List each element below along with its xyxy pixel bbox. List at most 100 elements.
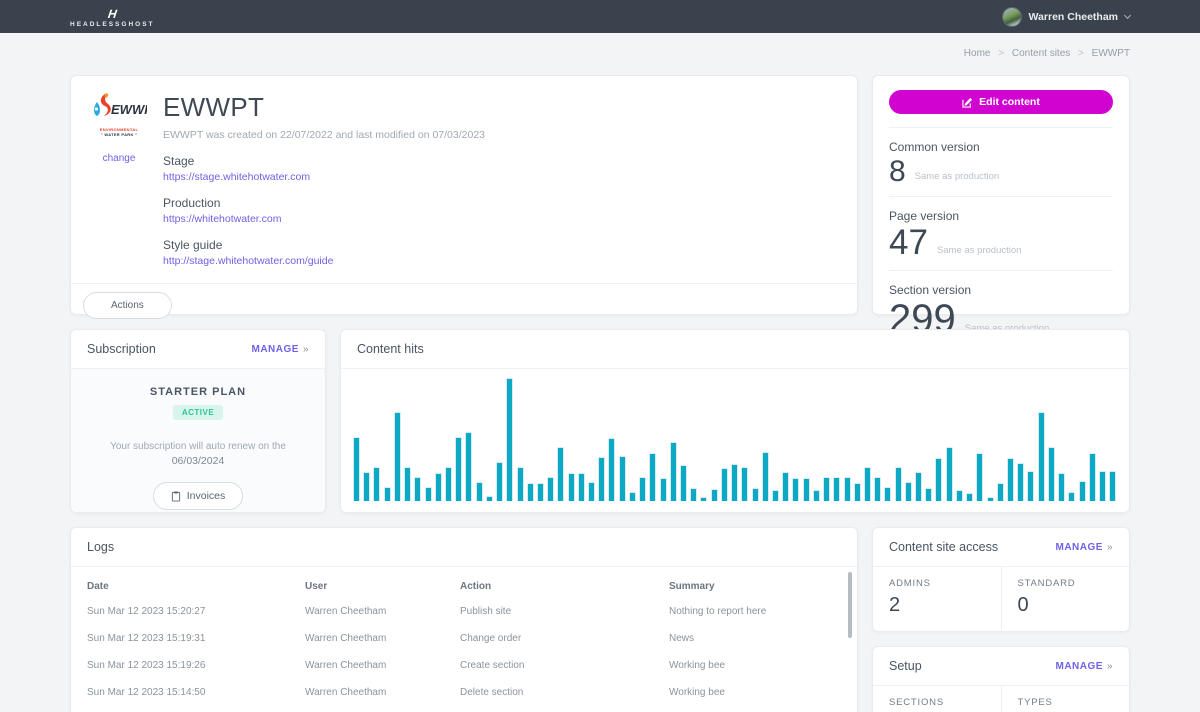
page-version-label: Page version [889, 209, 1113, 223]
actions-button[interactable]: Actions [83, 292, 172, 319]
table-cell: Delete section [460, 679, 669, 706]
table-cell: Change order [460, 625, 669, 652]
subscription-manage-link[interactable]: MANAGE» [251, 344, 309, 355]
chart-bar [772, 490, 779, 501]
chart-bar [517, 467, 524, 501]
table-cell: Create section [460, 652, 669, 679]
chart-bar [649, 453, 656, 501]
brand-logo[interactable]: H HEADLESSGHOST [70, 6, 155, 28]
chart-bar [823, 477, 830, 501]
table-cell: News [669, 625, 841, 652]
chart-bar [700, 497, 707, 501]
change-logo-link[interactable]: change [103, 153, 136, 164]
admins-label: ADMINS [889, 578, 985, 589]
access-manage-link[interactable]: MANAGE» [1055, 542, 1113, 553]
plan-name: STARTER PLAN [71, 386, 325, 398]
edit-icon [962, 97, 973, 108]
chart-bar [670, 442, 677, 501]
chart-bar [1079, 481, 1086, 501]
chart-bar [813, 490, 820, 501]
chart-bar [803, 478, 810, 501]
table-cell: Blog Post [669, 706, 841, 712]
table-cell: Sun Mar 12 2023 15:20:27 [87, 598, 305, 625]
stage-url-link[interactable]: https://stage.whitehotwater.com [163, 171, 485, 183]
table-row: Sun Mar 12 2023 15:20:27Warren CheethamP… [87, 598, 841, 625]
chart-bar [997, 483, 1004, 501]
chart-bar [384, 487, 391, 501]
edit-content-label: Edit content [979, 96, 1040, 108]
chart-bar [476, 482, 483, 501]
invoice-icon [171, 491, 181, 502]
logs-header-row: Date User Action Summary [87, 569, 841, 598]
chart-bar [752, 488, 759, 501]
content-hits-card: Content hits [340, 329, 1130, 513]
user-menu[interactable]: Warren Cheetham [1002, 7, 1130, 27]
chart-bar [782, 472, 789, 501]
table-cell: Working bee [669, 679, 841, 706]
admins-value: 2 [889, 594, 985, 617]
table-cell: Sun Mar 12 2023 15:19:26 [87, 652, 305, 679]
invoices-button[interactable]: Invoices [153, 482, 244, 510]
table-cell: Warren Cheetham [305, 625, 460, 652]
types-label: TYPES [1018, 697, 1114, 708]
logo-tagline-2: " WATER PARK " [87, 132, 151, 137]
table-cell: Sun Mar 12 2023 15:14:50 [87, 679, 305, 706]
breadcrumb-home[interactable]: Home [964, 48, 991, 59]
col-header-date: Date [87, 569, 305, 598]
chart-bar [557, 447, 564, 501]
subscription-card: Subscription MANAGE» STARTER PLAN ACTIVE… [70, 329, 326, 513]
chart-bar [353, 437, 360, 501]
chevron-down-icon [1124, 12, 1131, 19]
setup-manage-link[interactable]: MANAGE» [1055, 661, 1113, 672]
logs-table: Date User Action Summary Sun Mar 12 2023… [87, 569, 841, 712]
manage-label: MANAGE [1055, 542, 1102, 553]
chart-bar [394, 412, 401, 501]
chart-bar [1068, 492, 1075, 501]
chart-bar [619, 456, 626, 501]
setup-card: Setup MANAGE» SECTIONS TYPES [872, 646, 1130, 712]
table-row: Sun Mar 12 2023 15:14:37Warren CheethamU… [87, 706, 841, 712]
sections-stat: SECTIONS [873, 686, 1001, 712]
chart-bar [425, 487, 432, 501]
table-row: Sun Mar 12 2023 15:19:31Warren CheethamC… [87, 625, 841, 652]
chart-bar [414, 477, 421, 501]
avatar [1002, 7, 1022, 27]
chart-bar [639, 477, 646, 501]
site-overview-card: EWWPT ENVIRONMENTAL " WATER PARK " chang… [70, 75, 858, 315]
chart-bar [854, 483, 861, 501]
common-version-block: Common version 8 Same as production [889, 127, 1113, 196]
chart-bar [404, 467, 411, 501]
chart-bar [578, 473, 585, 501]
chart-bar [680, 465, 687, 501]
logs-scrollbar[interactable] [848, 572, 852, 638]
style-guide-label: Style guide [163, 238, 485, 252]
table-cell: Warren Cheetham [305, 706, 460, 712]
chart-bar [884, 487, 891, 501]
chart-bar [905, 482, 912, 501]
top-navbar: H HEADLESSGHOST Warren Cheetham [0, 0, 1200, 33]
production-url-link[interactable]: https://whitehotwater.com [163, 213, 485, 225]
common-version-value: 8 [889, 158, 906, 185]
versions-card: Edit content Common version 8 Same as pr… [872, 75, 1130, 315]
edit-content-button[interactable]: Edit content [889, 90, 1113, 114]
production-label: Production [163, 196, 485, 210]
chart-bar [1038, 412, 1045, 501]
breadcrumb-content-sites[interactable]: Content sites [1012, 48, 1070, 59]
page-version-block: Page version 47 Same as production [889, 196, 1113, 270]
section-version-label: Section version [889, 283, 1113, 297]
svg-text:EWWPT: EWWPT [111, 102, 147, 117]
chart-bar [608, 438, 615, 501]
chart-bar [660, 478, 667, 501]
admins-stat: ADMINS 2 [873, 567, 1001, 631]
table-cell: Working bee [669, 652, 841, 679]
chart-bar [864, 467, 871, 501]
chart-bar [598, 457, 605, 501]
page-version-value: 47 [889, 227, 928, 259]
breadcrumb-current: EWWPT [1092, 48, 1130, 59]
chart-bar [946, 447, 953, 501]
site-created-subtitle: EWWPT was created on 22/07/2022 and last… [163, 129, 485, 141]
manage-label: MANAGE [1055, 661, 1102, 672]
page-title: EWWPT [163, 92, 485, 123]
style-guide-url-link[interactable]: http://stage.whitehotwater.com/guide [163, 255, 485, 267]
chart-bar [1099, 471, 1106, 501]
